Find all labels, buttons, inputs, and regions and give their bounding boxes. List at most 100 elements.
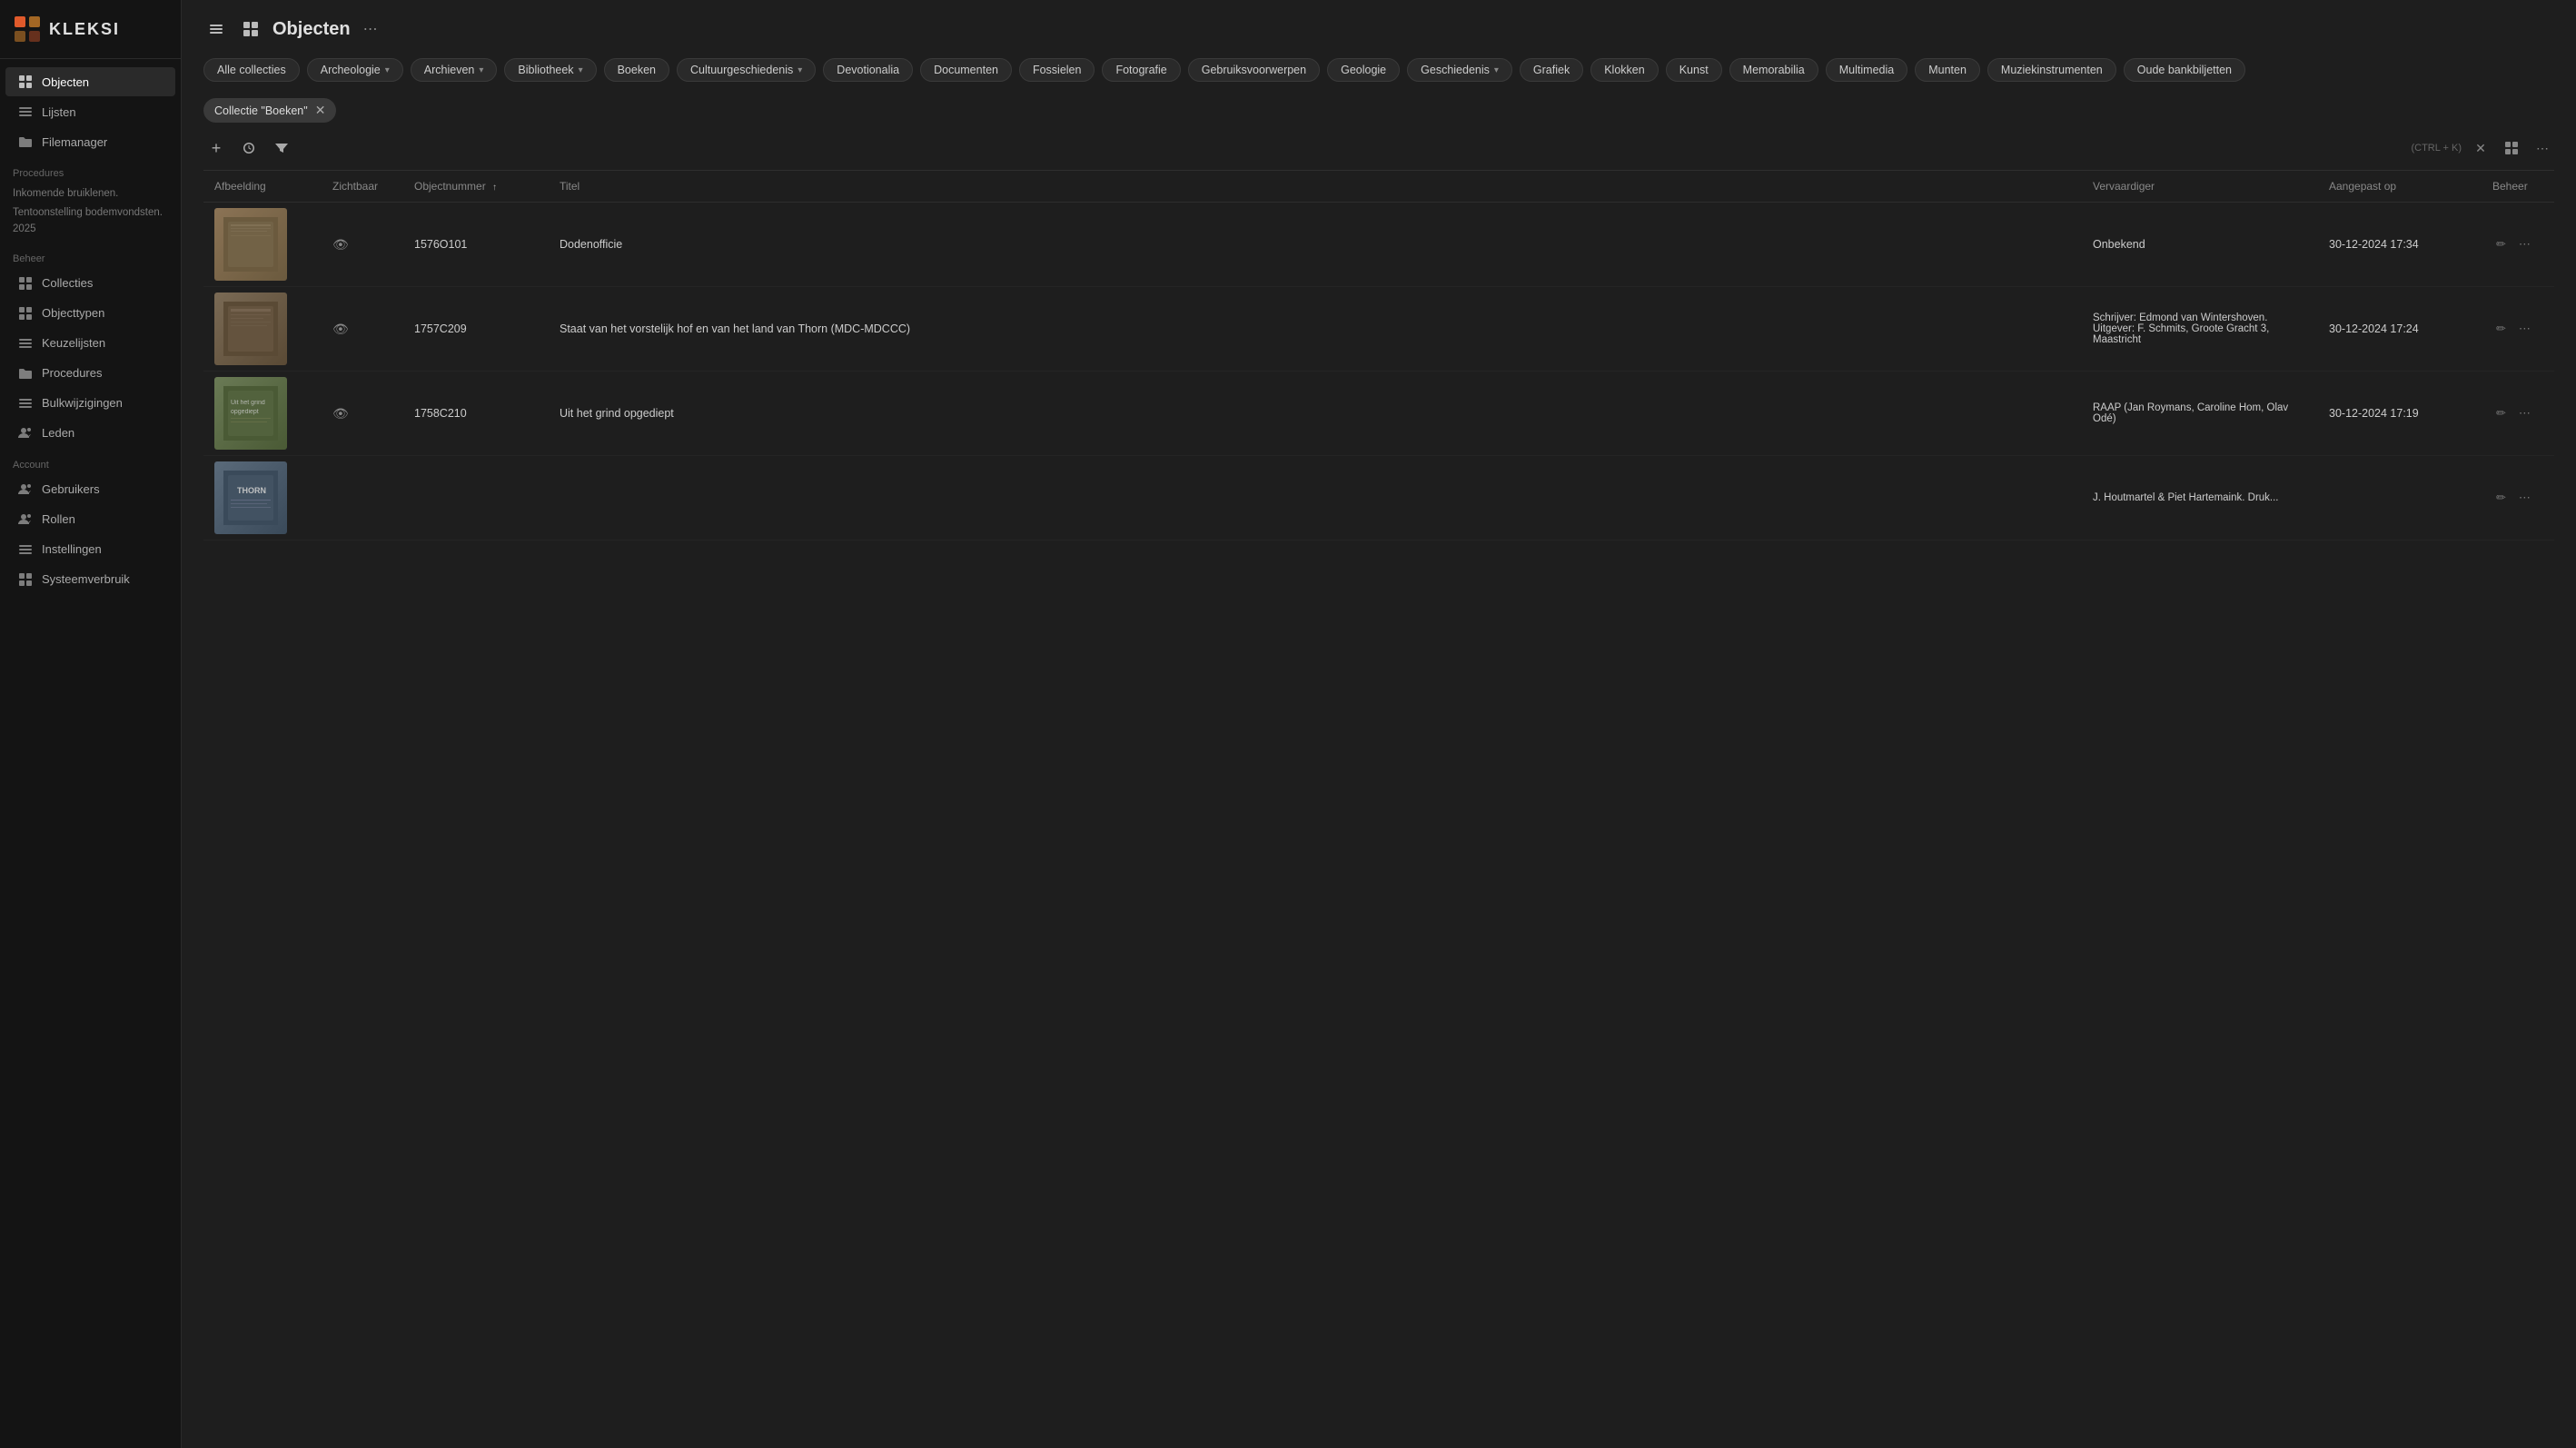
svg-text:Uit het grind: Uit het grind xyxy=(231,400,265,406)
titel-cell: Dodenofficie xyxy=(549,203,2082,287)
chip-geschiedenis[interactable]: Geschiedenis ▾ xyxy=(1407,58,1512,82)
chevron-down-icon: ▾ xyxy=(1494,65,1499,75)
col-afbeelding-label: Afbeelding xyxy=(214,180,266,193)
objectnummer-cell: 1576O101 xyxy=(403,203,549,287)
sidebar-item-instellingen[interactable]: Instellingen xyxy=(5,535,175,564)
sidebar-item-systeemverbruik[interactable]: Systeemverbruik xyxy=(5,565,175,594)
procedure-item-2[interactable]: Tentoonstelling bodemvondsten. 2025 xyxy=(13,203,168,239)
sidebar-item-procedures[interactable]: Procedures xyxy=(5,359,175,388)
clear-search-button[interactable]: ✕ xyxy=(2469,136,2492,160)
grid-view-toggle[interactable] xyxy=(238,16,263,42)
chip-munten[interactable]: Munten xyxy=(1915,58,1980,82)
chip-oude-bankbiljetten[interactable]: Oude bankbiljetten xyxy=(2124,58,2245,82)
chip-muziekinstrumenten[interactable]: Muziekinstrumenten xyxy=(1987,58,2116,82)
sidebar-item-filemanager[interactable]: Filemanager xyxy=(5,127,175,156)
grid-layout-button[interactable] xyxy=(2500,136,2523,160)
procedures-items: Inkomende bruiklenen. Tentoonstelling bo… xyxy=(0,183,181,243)
chip-cultuurgeschiedenis-label: Cultuurgeschiedenis xyxy=(690,64,793,76)
beheer-cell: ✏ ⋯ xyxy=(2492,318,2543,340)
row-more-button[interactable]: ⋯ xyxy=(2515,402,2534,424)
chip-klokken[interactable]: Klokken xyxy=(1590,58,1658,82)
chip-memorabilia[interactable]: Memorabilia xyxy=(1729,58,1818,82)
toolbar-left: + xyxy=(203,135,294,161)
book-thumbnail-2 xyxy=(223,302,278,356)
sidebar-item-rollen[interactable]: Rollen xyxy=(5,505,175,534)
chip-boeken[interactable]: Boeken xyxy=(604,58,669,82)
book-thumbnail-3: Uit het grind opgediept xyxy=(223,386,278,441)
edit-button[interactable]: ✏ xyxy=(2492,318,2510,340)
filter-button[interactable] xyxy=(269,135,294,161)
table-row[interactable]: 👁 1757C209 Staat van het vorstelijk hof … xyxy=(203,287,2554,372)
chip-fotografie[interactable]: Fotografie xyxy=(1102,58,1180,82)
sidebar-item-gebruikers[interactable]: Gebruikers xyxy=(5,475,175,504)
chip-gebruiksvoorwerpen-label: Gebruiksvoorwerpen xyxy=(1202,64,1306,76)
vervaardiger-cell: Schrijver: Edmond van Wintershoven. Uitg… xyxy=(2082,287,2318,372)
more-options-button[interactable]: ⋯ xyxy=(2531,136,2554,160)
table-row[interactable]: THORN J. Houtmartel & Piet Hartemaink. D… xyxy=(203,456,2554,541)
row-more-button[interactable]: ⋯ xyxy=(2515,318,2534,340)
sidebar-item-keuzelijsten[interactable]: Keuzelijsten xyxy=(5,329,175,358)
folder-icon xyxy=(18,134,33,149)
chip-devotionalia[interactable]: Devotionalia xyxy=(823,58,913,82)
hamburger-button[interactable] xyxy=(203,16,229,42)
row-more-button[interactable]: ⋯ xyxy=(2515,487,2534,509)
sidebar-item-collecties[interactable]: Collecties xyxy=(5,269,175,298)
chip-documenten[interactable]: Documenten xyxy=(920,58,1012,82)
col-header-aangepast-op: Aangepast op xyxy=(2318,171,2482,203)
sort-asc-icon: ↑ xyxy=(492,183,497,193)
row-more-button[interactable]: ⋯ xyxy=(2515,233,2534,255)
objectnummer-cell xyxy=(403,456,549,541)
page-options-button[interactable]: ⋯ xyxy=(363,20,378,38)
chevron-down-icon: ▾ xyxy=(479,65,483,75)
chip-gebruiksvoorwerpen[interactable]: Gebruiksvoorwerpen xyxy=(1188,58,1320,82)
sidebar-nav: Objecten Lijsten Filemanager Procedures … xyxy=(0,59,181,1448)
procedure-item-1[interactable]: Inkomende bruiklenen. xyxy=(13,184,168,203)
thumbnail xyxy=(214,208,287,281)
thumbnail: THORN xyxy=(214,461,287,534)
procedures-section-label: Procedures xyxy=(0,157,181,183)
col-zichtbaar-label: Zichtbaar xyxy=(332,180,378,193)
edit-button[interactable]: ✏ xyxy=(2492,487,2510,509)
sidebar-item-lijsten[interactable]: Lijsten xyxy=(5,97,175,126)
chip-multimedia[interactable]: Multimedia xyxy=(1826,58,1907,82)
collecties-icon xyxy=(18,276,33,291)
rollen-icon xyxy=(18,512,33,527)
active-filter-tag[interactable]: Collectie "Boeken" ✕ xyxy=(203,98,336,123)
titel-cell: Staat van het vorstelijk hof en van het … xyxy=(549,287,2082,372)
col-aangepast-label: Aangepast op xyxy=(2329,180,2396,193)
shortcut-label: (CTRL + K) xyxy=(2411,143,2462,154)
chip-geologie[interactable]: Geologie xyxy=(1327,58,1400,82)
logo-text: KLEKSI xyxy=(49,20,120,39)
table-row[interactable]: Uit het grind opgediept 👁 1758C210 Uit h… xyxy=(203,372,2554,456)
chip-grafiek[interactable]: Grafiek xyxy=(1520,58,1583,82)
sidebar-item-objecttypen[interactable]: Objecttypen xyxy=(5,299,175,328)
chip-cultuurgeschiedenis[interactable]: Cultuurgeschiedenis ▾ xyxy=(677,58,816,82)
remove-filter-icon[interactable]: ✕ xyxy=(315,103,326,118)
active-filter-label: Collectie "Boeken" xyxy=(214,104,308,117)
chip-kunst[interactable]: Kunst xyxy=(1666,58,1722,82)
filter-icon xyxy=(274,141,289,155)
history-button[interactable] xyxy=(236,135,262,161)
edit-button[interactable]: ✏ xyxy=(2492,402,2510,424)
col-beheer-label: Beheer xyxy=(2492,180,2528,193)
add-object-button[interactable]: + xyxy=(203,135,229,161)
col-header-objectnummer[interactable]: Objectnummer ↑ xyxy=(403,171,549,203)
chevron-down-icon: ▾ xyxy=(385,65,390,75)
thumbnail: Uit het grind opgediept xyxy=(214,377,287,450)
chip-archieven[interactable]: Archieven ▾ xyxy=(411,58,498,82)
sidebar-item-objecten[interactable]: Objecten xyxy=(5,67,175,96)
vervaardiger-cell: RAAP (Jan Roymans, Caroline Hom, Olav Od… xyxy=(2082,372,2318,456)
chip-alle-collecties[interactable]: Alle collecties xyxy=(203,58,300,82)
edit-button[interactable]: ✏ xyxy=(2492,233,2510,255)
keuzelijsten-icon xyxy=(18,336,33,351)
book-thumbnail-4: THORN xyxy=(223,471,278,525)
chip-archeologie[interactable]: Archeologie ▾ xyxy=(307,58,403,82)
chip-geologie-label: Geologie xyxy=(1341,64,1386,76)
sidebar-item-leden-label: Leden xyxy=(42,426,74,440)
chip-bibliotheek[interactable]: Bibliotheek ▾ xyxy=(504,58,596,82)
table-row[interactable]: 👁 1576O101 Dodenofficie Onbekend 30-12-2… xyxy=(203,203,2554,287)
chip-fossielen[interactable]: Fossielen xyxy=(1019,58,1095,82)
sidebar-item-leden[interactable]: Leden xyxy=(5,419,175,448)
sidebar-item-gebruikers-label: Gebruikers xyxy=(42,482,100,496)
sidebar-item-bulkwijzigingen[interactable]: Bulkwijzigingen xyxy=(5,389,175,418)
